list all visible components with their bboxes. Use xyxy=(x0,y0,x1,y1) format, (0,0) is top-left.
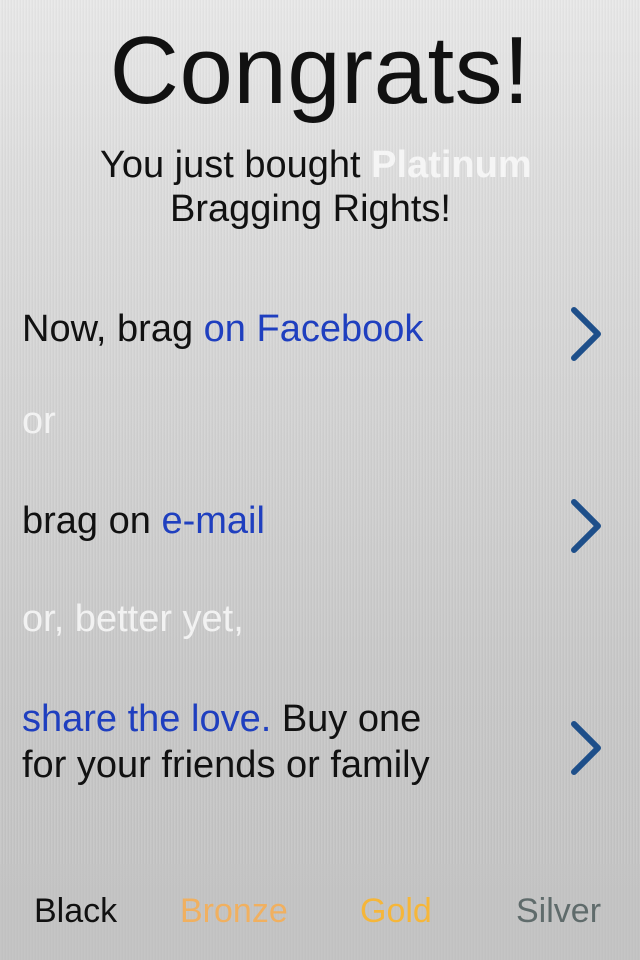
brag-email-row[interactable]: brag on e-mail xyxy=(22,498,582,544)
brag-facebook-prefix: Now, brag xyxy=(22,308,194,350)
tier-bronze[interactable]: Bronze xyxy=(180,892,288,931)
tier-silver[interactable]: Silver xyxy=(516,892,601,931)
page-title: Congrats! xyxy=(109,17,531,124)
share-love-link[interactable]: share the love. xyxy=(22,698,271,740)
chevron-right-icon[interactable] xyxy=(568,718,604,778)
brag-email-prefix: brag on xyxy=(22,500,151,542)
purchase-message: You just bought Platinum Bragging Rights… xyxy=(100,143,620,231)
tier-highlight: Platinum xyxy=(371,144,532,186)
separator-or: or xyxy=(22,400,56,442)
tier-black[interactable]: Black xyxy=(34,892,117,931)
email-link[interactable]: e-mail xyxy=(161,500,264,542)
subtitle-prefix: You just bought xyxy=(100,144,361,186)
separator-better-yet: or, better yet, xyxy=(22,598,244,640)
tier-gold[interactable]: Gold xyxy=(360,892,432,931)
gift-text-1: Buy one xyxy=(281,698,422,740)
facebook-link[interactable]: on Facebook xyxy=(204,308,424,350)
subtitle-line2: Bragging Rights! xyxy=(170,188,451,230)
chevron-right-icon[interactable] xyxy=(568,304,604,364)
brag-facebook-row[interactable]: Now, brag on Facebook xyxy=(22,306,582,352)
gift-row[interactable]: share the love. Buy one for your friends… xyxy=(22,696,582,788)
gift-text-2: for your friends or family xyxy=(22,744,430,786)
chevron-right-icon[interactable] xyxy=(568,496,604,556)
